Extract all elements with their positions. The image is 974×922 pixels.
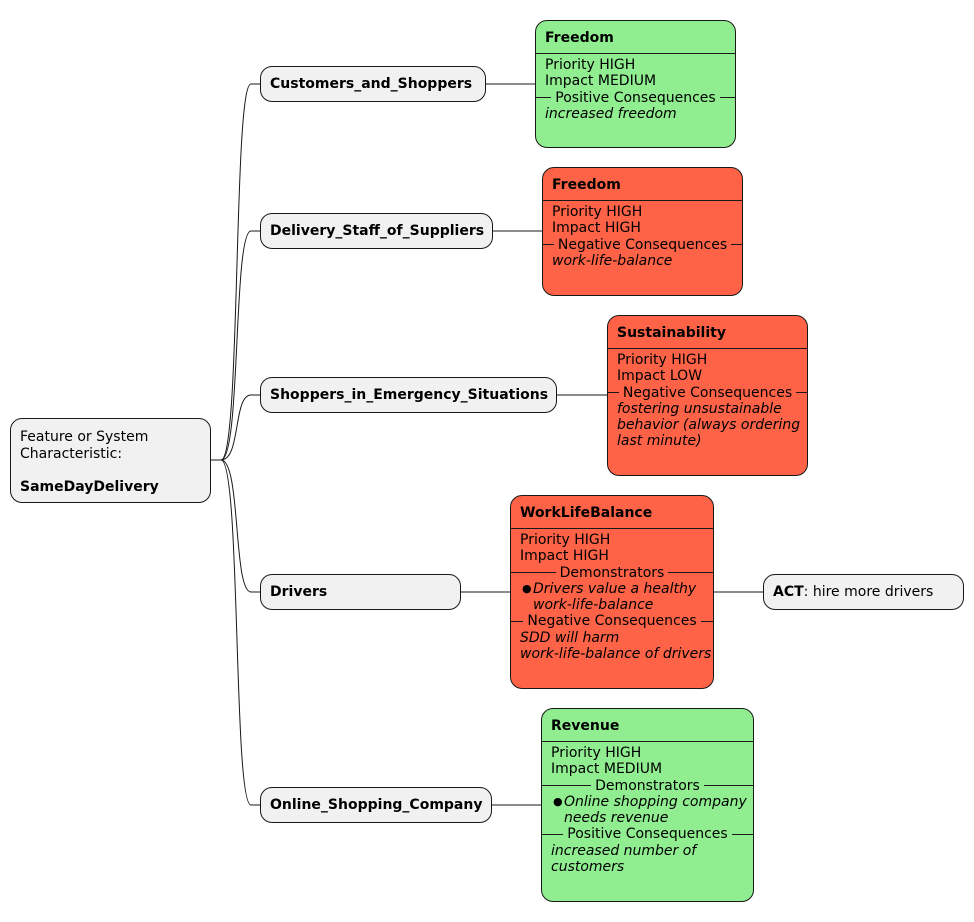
bullet-line: Drivers value a healthy — [533, 580, 697, 597]
impact-text: Impact HIGH — [552, 220, 641, 237]
bullet-item: ● Drivers value a healthy work-life-balanc… — [520, 581, 704, 614]
value-body: Priority HIGH Impact MEDIUM Positive Conse… — [536, 54, 735, 122]
value-title: Freedom — [543, 168, 742, 201]
value-title: Freedom — [536, 21, 735, 54]
priority-text: Priority HIGH — [520, 532, 611, 548]
value-body: Priority HIGH Impact HIGH Negative Consequ… — [543, 201, 742, 269]
section-separator: Demonstrators — [542, 778, 753, 794]
root-to-stakeholder-edge — [211, 459, 260, 593]
value-body: Priority HIGH Impact MEDIUM Demonstrators ●… — [542, 742, 753, 875]
value-body: Priority HIGH Impact HIGH Demonstrators ● Dr… — [511, 529, 713, 662]
value-card[interactable]: Freedom Priority HIGH Impact MEDIUM Positiv… — [535, 20, 736, 148]
root-to-stakeholder-edge — [211, 459, 260, 806]
value-card[interactable]: WorkLifeBalance Priority HIGH Impact HIGH D… — [510, 495, 714, 689]
bullet-icon: ● — [522, 581, 532, 595]
value-title: Sustainability — [608, 316, 807, 349]
stakeholder-node[interactable]: Customers_and_Shoppers — [260, 66, 486, 102]
bullet-text: Drivers value a healthy work-life-balance — [533, 581, 696, 614]
section-separator: Demonstrators — [511, 565, 713, 581]
action-node[interactable]: ACT: hire more drivers — [763, 574, 964, 610]
consequence-line: behavior (always ordering — [617, 417, 801, 434]
bullet-line: needs revenue — [564, 810, 669, 827]
impact-text: Impact MEDIUM — [551, 761, 663, 778]
section-heading: Negative Consequences — [622, 384, 793, 401]
section-separator: Negative Consequences — [511, 613, 713, 629]
action-text: : hire more drivers — [803, 584, 934, 600]
consequence-line: SDD will harm — [520, 629, 620, 646]
consequence-line: increased freedom — [545, 105, 677, 122]
value-body: Priority HIGH Impact LOW Negative Conseque… — [608, 349, 807, 450]
value-card[interactable]: Revenue Priority HIGH Impact MEDIUM Demonst… — [541, 708, 754, 902]
consequence-line: last minute) — [617, 433, 702, 450]
priority-text: Priority HIGH — [617, 352, 708, 368]
section-separator: Negative Consequences — [608, 385, 807, 401]
section-heading: Positive Consequences — [555, 89, 716, 106]
value-card[interactable]: Freedom Priority HIGH Impact HIGH Negative … — [542, 167, 743, 296]
stakeholder-node[interactable]: Drivers — [260, 574, 461, 610]
stakeholder-node[interactable]: Delivery_Staff_of_Suppliers — [260, 213, 493, 249]
bullet-item: ● Online shopping company needs revenue — [551, 794, 747, 827]
section-separator: Positive Consequences — [542, 826, 753, 842]
section-heading: Negative Consequences — [557, 236, 728, 253]
priority-text: Priority HIGH — [545, 57, 636, 73]
section-heading: Negative Consequences — [527, 613, 697, 630]
consequence-line: increased number of — [551, 842, 697, 859]
root-label-line2: Characteristic: — [20, 445, 123, 462]
bullet-line: Online shopping company — [564, 793, 747, 810]
section-heading: Positive Consequences — [567, 826, 728, 843]
consequence-line: customers — [551, 859, 625, 876]
root-to-stakeholder-edge — [211, 230, 260, 461]
root-to-stakeholder-edge — [211, 394, 260, 461]
root-node[interactable]: Feature or System Characteristic: SameDa… — [10, 418, 211, 503]
impact-text: Impact MEDIUM — [545, 73, 657, 90]
root-label-line1: Feature or System — [20, 429, 149, 445]
impact-text: Impact LOW — [617, 368, 703, 385]
bullet-icon: ● — [553, 794, 563, 808]
bullet-text: Online shopping company needs revenue — [564, 794, 747, 827]
value-title: Revenue — [542, 709, 753, 742]
consequence-line: work-life-balance — [552, 252, 673, 269]
root-to-stakeholder-edge — [211, 83, 260, 461]
section-separator: Negative Consequences — [543, 237, 742, 253]
section-heading: Demonstrators — [559, 564, 665, 581]
priority-text: Priority HIGH — [551, 745, 642, 761]
section-heading: Demonstrators — [595, 777, 700, 794]
stakeholder-node[interactable]: Shoppers_in_Emergency_Situations — [260, 377, 557, 413]
value-title: WorkLifeBalance — [511, 496, 713, 529]
consequence-line: work-life-balance of drivers — [520, 646, 712, 663]
value-card[interactable]: Sustainability Priority HIGH Impact LOW Neg… — [607, 315, 808, 476]
section-separator: Positive Consequences — [536, 90, 735, 106]
bullet-line: work-life-balance — [533, 597, 654, 614]
consequence-line: fostering unsustainable — [617, 400, 782, 417]
root-feature-name: SameDayDelivery — [20, 478, 159, 495]
stakeholder-node[interactable]: Online_Shopping_Company — [260, 787, 492, 823]
action-label: ACT — [773, 584, 804, 600]
impact-text: Impact HIGH — [520, 548, 609, 565]
priority-text: Priority HIGH — [552, 204, 643, 220]
